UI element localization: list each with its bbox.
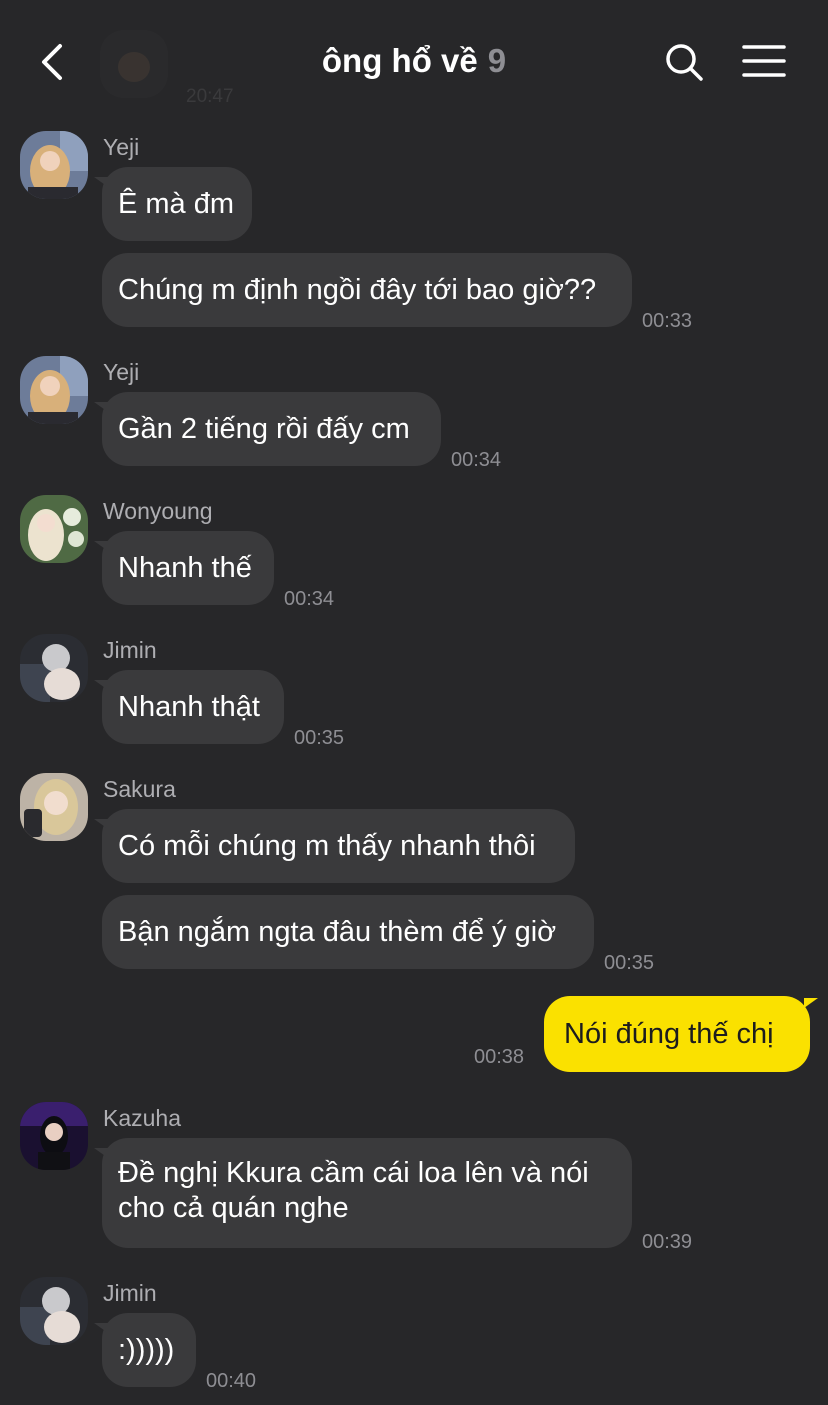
avatar-yeji[interactable] (20, 356, 88, 424)
message-time: 00:34 (451, 449, 502, 471)
message-bubble[interactable]: Gần 2 tiếng rồi đấy cm (94, 392, 441, 466)
avatar-jimin[interactable] (20, 1277, 88, 1345)
chat-title-text: ông hổ về (321, 42, 478, 79)
message-time: 00:38 (474, 1046, 525, 1068)
sender-name: Kazuha (103, 1105, 182, 1131)
avatar-kazuha[interactable] (20, 1102, 88, 1170)
message-bubble[interactable]: Chúng m định ngồi đây tới bao giờ?? (102, 253, 632, 327)
sender-name: Wonyoung (103, 498, 213, 524)
avatar-yeji[interactable] (20, 131, 88, 199)
message-bubble[interactable]: Đề nghị Kkura cầm cái loa lên và nói cho… (94, 1138, 632, 1248)
previous-message-time: 20:47 (186, 86, 234, 107)
sender-name: Yeji (103, 359, 140, 385)
sender-name: Yeji (103, 134, 140, 160)
chat-header: 20:47 ông hổ về 9 (0, 0, 828, 120)
avatar-jimin[interactable] (20, 634, 88, 702)
search-icon[interactable] (664, 42, 704, 82)
message-bubble[interactable]: Bận ngắm ngta đâu thèm để ý giờ (102, 895, 594, 969)
message-bubble[interactable]: :))))) (94, 1313, 196, 1387)
message-time: 00:35 (604, 952, 655, 974)
message-bubble[interactable]: Ê mà đm (94, 167, 252, 241)
sent-message-bubble[interactable]: Nói đúng thế chị (544, 996, 818, 1072)
hamburger-menu-icon[interactable] (742, 44, 786, 78)
avatar-sakura[interactable] (20, 773, 88, 841)
sender-name: Sakura (103, 776, 176, 802)
avatar-wonyoung[interactable] (20, 495, 88, 563)
message-time: 00:33 (642, 310, 693, 332)
message-bubble[interactable]: Nhanh thật (94, 670, 284, 744)
message-time: 00:40 (206, 1370, 257, 1392)
member-count: 9 (487, 42, 507, 79)
message-time: 00:39 (642, 1231, 693, 1253)
sender-name: Jimin (103, 637, 157, 663)
message-time: 00:35 (294, 727, 345, 749)
message-time: 00:34 (284, 588, 335, 610)
sender-name: Jimin (103, 1280, 157, 1306)
message-bubble[interactable]: Có mỗi chúng m thấy nhanh thôi (94, 809, 575, 883)
message-bubble[interactable]: Nhanh thế (94, 531, 274, 605)
